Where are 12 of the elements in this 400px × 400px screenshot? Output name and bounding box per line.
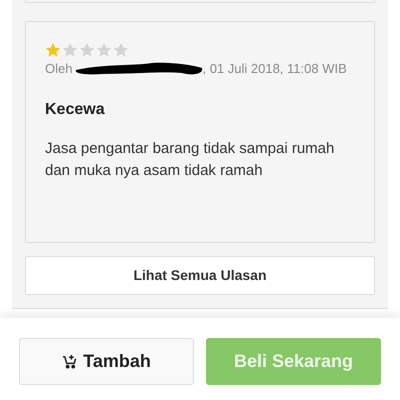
review-date: , 01 Juli 2018, 11:08 WIB xyxy=(202,61,347,76)
star-icon xyxy=(96,42,112,58)
see-all-reviews-button[interactable]: Lihat Semua Ulasan xyxy=(25,256,375,295)
add-to-cart-button[interactable]: Tambah xyxy=(19,338,194,385)
star-icon xyxy=(113,42,129,58)
cart-plus-icon xyxy=(62,354,78,369)
review-title: Kecewa xyxy=(45,100,106,120)
star-icon xyxy=(79,42,95,58)
review-text: Jasa pengantar barang tidak sampai rumah dan muka nya asam tidak ramah xyxy=(45,139,336,181)
star-icon xyxy=(62,42,78,58)
star-icon xyxy=(45,42,61,58)
author-label: Oleh xyxy=(45,61,72,76)
